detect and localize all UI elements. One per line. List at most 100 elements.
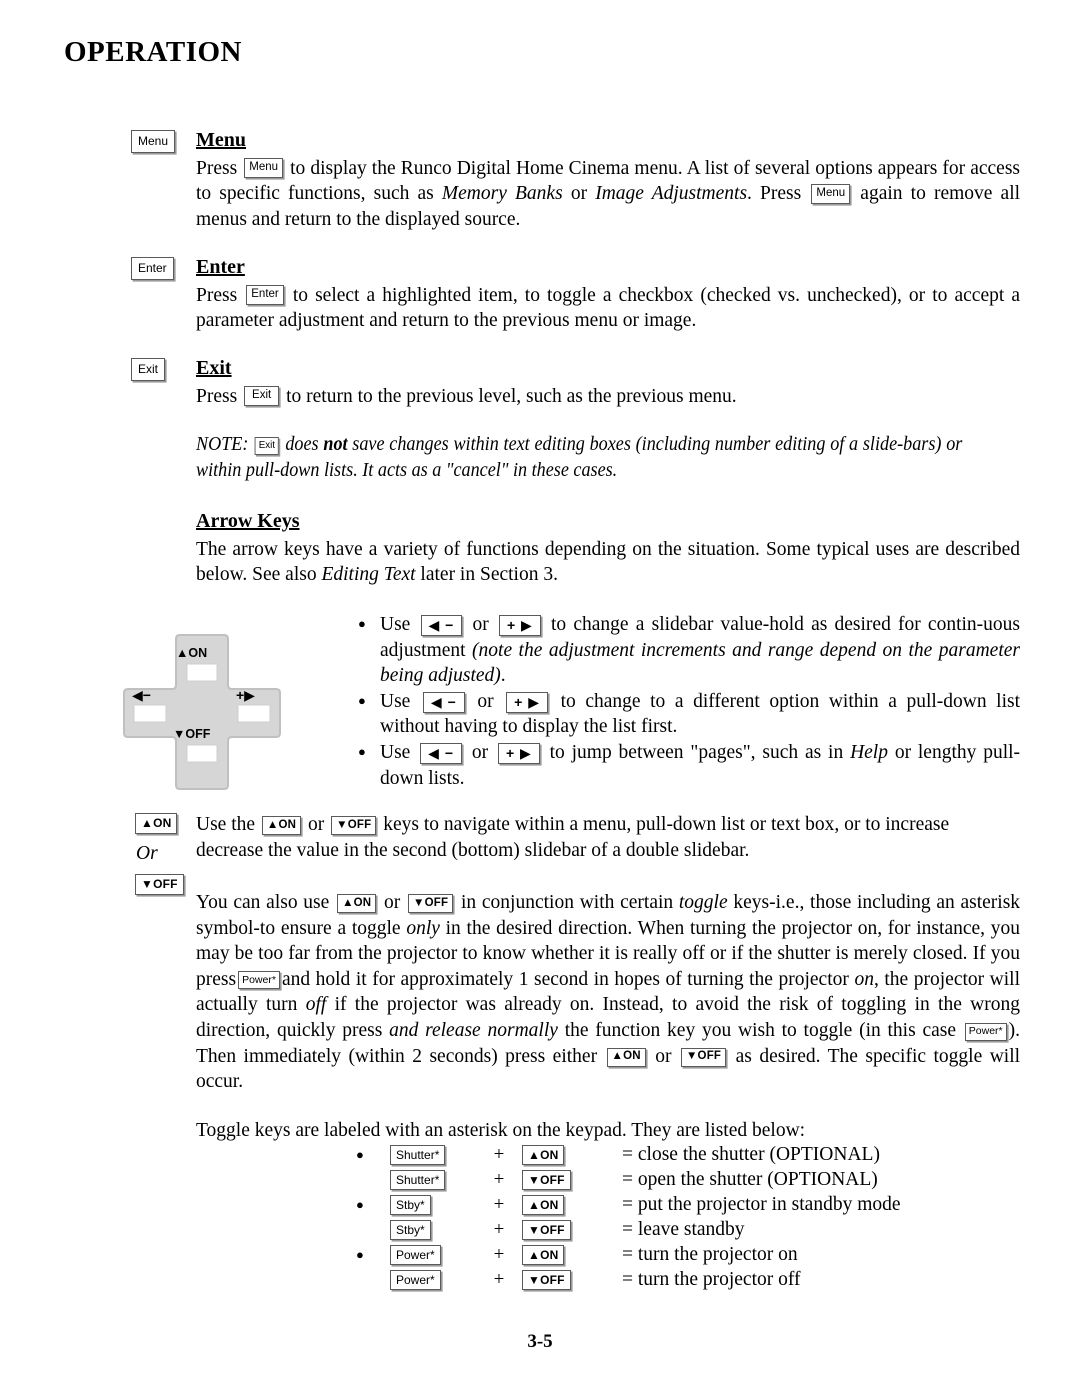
toggle-t11: or (655, 1045, 672, 1067)
table-row: Shutter* + ▼OFF = open the shutter (OPTI… (352, 1167, 901, 1192)
section-menu: Menu Press Menu to display the Runco Dig… (196, 128, 1020, 232)
key-up-on-inline-1: ▲ON (261, 816, 302, 836)
row-plus: + (493, 1193, 505, 1215)
note-block: NOTE: Exit does not save changes within … (196, 432, 962, 484)
bullet-1-mid: or (472, 614, 489, 635)
row-description: = put the projector in standby mode (622, 1193, 901, 1215)
note-bold-not: not (323, 434, 348, 455)
key-plus-right-1: + ▶ (498, 615, 541, 637)
toggle-em2: only (406, 917, 440, 939)
key-enter-icon: Enter (131, 257, 174, 280)
row-bullet: ● (356, 1196, 364, 1212)
row-description: = open the shutter (OPTIONAL) (622, 1168, 878, 1190)
row-bullet (352, 1167, 390, 1192)
arrow-intro-em: Editing Text (321, 564, 416, 586)
toggle-list-intro: Toggle keys are labeled with an asterisk… (196, 1118, 1020, 1144)
toggle-combinations-table: ● Shutter* + ▲ON = close the shutter (OP… (352, 1142, 901, 1292)
key-plus-right-2: + ▶ (506, 691, 548, 713)
key-down-off-row-4: ▼OFF (522, 1219, 571, 1241)
key-exit-inline: Exit (244, 386, 280, 407)
heading-exit: Exit (196, 357, 232, 379)
toggle-em1: toggle (678, 892, 728, 913)
toggle-em4: off (305, 994, 327, 1016)
key-up-on-row-5: ▲ON (522, 1244, 565, 1266)
keypad-down-button[interactable] (186, 744, 218, 763)
row-description: = leave standby (622, 1218, 745, 1240)
footer-page-number: 3-5 (527, 1331, 553, 1352)
section-exit: Exit Press Exit to return to the previou… (196, 356, 1020, 409)
row-key-2: ▼OFF (522, 1217, 620, 1242)
row-description: = close the shutter (OPTIONAL) (622, 1143, 880, 1165)
toggle-t6: and hold it for approximately 1 second i… (281, 968, 849, 990)
exit-text-2: to return to the previous level, such as… (286, 385, 737, 407)
bullet-item: Use ◀ − or + ▶ to change to a different … (358, 688, 1020, 740)
row-key-1: Shutter* (390, 1142, 476, 1167)
row-bullet: ● (356, 1246, 364, 1262)
keypad-left-button[interactable] (133, 704, 167, 723)
heading-arrow-keys: Arrow Keys (196, 510, 300, 532)
key-up-on-inline-2: ▲ON (337, 894, 377, 914)
margin-key-exit: Exit (131, 358, 166, 381)
table-row: ● Stby* + ▲ON = put the projector in sta… (352, 1192, 901, 1217)
menu-text-1: Press (196, 157, 238, 179)
row-key-1: Shutter* (390, 1167, 476, 1192)
row-key-2: ▲ON (522, 1192, 620, 1217)
key-down-off-inline-1: ▼OFF (331, 816, 377, 836)
table-row: ● Power* + ▲ON = turn the projector on (352, 1242, 901, 1267)
page-title: OPERATION (64, 36, 242, 68)
key-left-minus-2: ◀ − (422, 691, 465, 713)
key-exit-icon: Exit (131, 358, 166, 381)
keypad-right-button[interactable] (237, 704, 271, 723)
arrow-keys-bullet-list: Use ◀ − or + ▶ to change a slidebar valu… (358, 611, 1020, 791)
arrow-intro-1: The arrow keys have a variety of functio… (196, 538, 1020, 586)
row-bullet: ● (356, 1146, 364, 1162)
keypad-cross-svg (123, 634, 281, 790)
toggle-list-intro-text: Toggle keys are labeled with an asterisk… (196, 1120, 806, 1141)
row-plus: + (493, 1268, 505, 1290)
keypad-diagram: ▲ON ◀− +▶ ▼OFF (118, 633, 286, 793)
key-stby-1: Stby* (390, 1194, 431, 1216)
enter-text-2: to select a highlighted item, to toggle … (196, 284, 1020, 332)
row-key-1: Stby* (390, 1192, 476, 1217)
key-enter-inline: Enter (246, 285, 284, 306)
row-key-2: ▲ON (522, 1142, 620, 1167)
heading-enter: Enter (196, 256, 245, 278)
navigate-paragraph: Use the ▲ON or ▼OFF keys to navigate wit… (196, 812, 1020, 863)
bullet-item: Use ◀ − or + ▶ to change a slidebar valu… (358, 611, 1020, 689)
exit-paragraph: Press Exit to return to the previous lev… (196, 384, 1020, 410)
bullet-2-pre: Use (380, 690, 411, 712)
row-key-2: ▼OFF (522, 1267, 620, 1292)
row-description: = turn the projector on (622, 1243, 798, 1265)
row-plus: + (493, 1168, 505, 1190)
key-power-1: Power* (390, 1244, 441, 1266)
bullet-3-pre: Use (380, 741, 411, 763)
toggle-t3: in conjunction with certain (460, 892, 674, 913)
navigate-text-1: Use the (196, 814, 256, 835)
row-plus: + (493, 1243, 505, 1265)
row-key-1: Power* (390, 1242, 476, 1267)
exit-text-1: Press (196, 385, 238, 407)
menu-text-4: . Press (747, 183, 802, 205)
key-down-off-row-6: ▼OFF (522, 1269, 571, 1291)
key-menu-icon: Menu (131, 130, 176, 153)
keypad-up-button[interactable] (186, 663, 218, 682)
key-menu-inline-1: Menu (244, 158, 284, 179)
key-shutter-1: Shutter* (390, 1144, 446, 1166)
menu-em-1: Memory Banks (441, 183, 563, 205)
enter-paragraph: Press Enter to select a highlighted item… (196, 283, 1020, 334)
row-plus: + (493, 1143, 505, 1165)
bullet-2-mid: or (477, 690, 494, 712)
bullet-item: Use ◀ − or + ▶ to jump between "pages", … (358, 739, 1020, 791)
table-row: Stby* + ▼OFF = leave standby (352, 1217, 901, 1242)
key-up-on-inline-3: ▲ON (606, 1047, 646, 1067)
bullet-1-tail: . (500, 665, 506, 687)
row-key-1: Power* (390, 1267, 476, 1292)
key-down-off-row-2: ▼OFF (522, 1169, 571, 1191)
key-stby-2: Stby* (390, 1219, 431, 1241)
toggle-explanation-paragraph: You can also use ▲ON or ▼OFF in conjunct… (196, 890, 1020, 1095)
arrow-keys-intro: The arrow keys have a variety of functio… (196, 537, 1020, 588)
bullet-1-pre: Use (380, 614, 411, 635)
margin-key-enter: Enter (131, 257, 174, 280)
key-left-minus-1: ◀ − (420, 615, 463, 637)
bullet-3-em: Help (850, 741, 888, 763)
